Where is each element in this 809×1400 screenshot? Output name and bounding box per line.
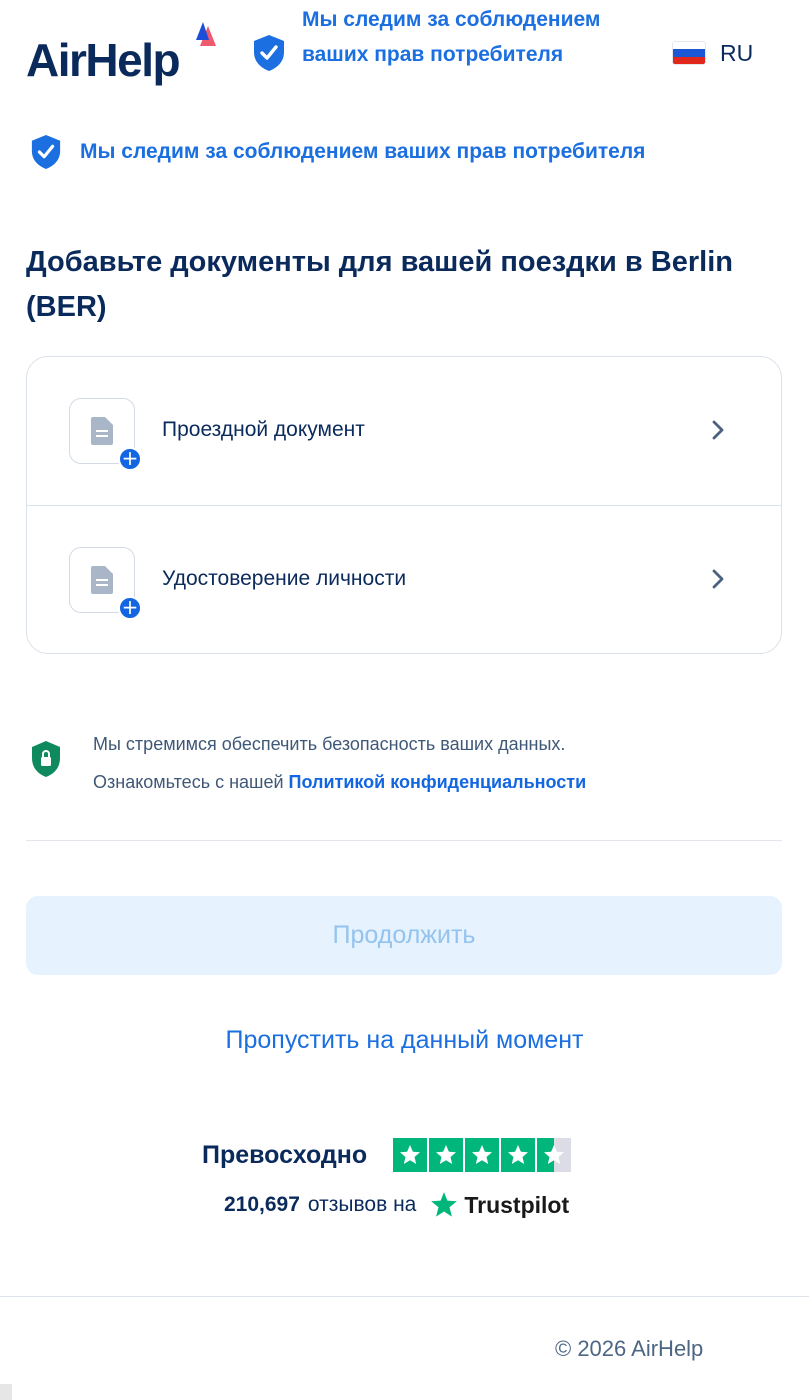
half-star-icon	[537, 1138, 572, 1172]
document-row-identity[interactable]: + Удостоверение личности	[27, 505, 781, 653]
corner-tab	[0, 1384, 12, 1400]
skip-link[interactable]: Пропустить на данный момент	[0, 1026, 809, 1055]
continue-button[interactable]: Продолжить	[26, 896, 782, 975]
document-row-travel[interactable]: + Проездной документ	[27, 357, 781, 505]
russia-flag-icon	[672, 41, 706, 65]
trustpilot-star-icon	[431, 1192, 458, 1217]
reviews-on-text: отзывов на	[307, 1193, 417, 1216]
rating-label: Превосходно	[202, 1140, 368, 1169]
chevron-right-icon	[712, 569, 724, 589]
shield-check-icon	[31, 135, 61, 169]
rating-stars	[393, 1138, 572, 1172]
header-tagline: Мы следим за соблюдением ваших прав потр…	[302, 8, 601, 66]
trustpilot-reviews[interactable]: 210,697 отзывов на Trustpilot	[224, 1188, 569, 1222]
plus-icon: +	[118, 596, 142, 620]
trustpilot-rating[interactable]: Превосходно	[202, 1138, 572, 1172]
header: AirHelp Мы следим за соблюдением ваших п…	[0, 0, 809, 110]
star-icon	[465, 1138, 500, 1172]
trustpilot-logo: Trustpilot	[430, 1191, 569, 1219]
review-count: 210,697	[224, 1193, 300, 1216]
document-icon	[91, 417, 113, 445]
airhelp-logo[interactable]: AirHelp	[26, 22, 226, 92]
footer-divider	[0, 1296, 809, 1297]
plus-icon: +	[118, 447, 142, 471]
chevron-right-icon	[712, 420, 724, 440]
logo-text: AirHelp	[26, 34, 181, 86]
star-icon	[393, 1138, 428, 1172]
document-label: Удостоверение личности	[162, 567, 407, 590]
add-document-tile: +	[69, 398, 142, 471]
privacy-prefix: Ознакомьтесь с нашей	[93, 772, 289, 792]
privacy-policy-line: Ознакомьтесь с нашей Политикой конфиденц…	[93, 772, 586, 793]
language-code: RU	[720, 39, 754, 66]
shield-check-icon	[254, 35, 284, 71]
star-icon	[429, 1138, 464, 1172]
trustpilot-brand-text: Trustpilot	[464, 1191, 570, 1218]
privacy-text: Мы стремимся обеспечить безопасность ваш…	[93, 734, 566, 754]
document-label: Проездной документ	[162, 418, 365, 441]
language-selector[interactable]: RU	[672, 38, 753, 68]
copyright: © 2026 AirHelp	[555, 1336, 704, 1361]
documents-card: + Проездной документ + Удостоверение лич…	[26, 356, 782, 654]
page-title: Добавьте документы для вашей поездки в B…	[26, 246, 733, 323]
shield-lock-icon	[32, 741, 60, 777]
star-icon	[501, 1138, 536, 1172]
trust-banner: Мы следим за соблюдением ваших прав потр…	[30, 134, 645, 170]
add-document-tile: +	[69, 547, 142, 620]
divider	[26, 840, 782, 841]
privacy-policy-link[interactable]: Политикой конфиденциальности	[289, 772, 587, 792]
document-icon	[91, 566, 113, 594]
trust-banner-text: Мы следим за соблюдением ваших прав потр…	[80, 140, 646, 163]
logo-mark-icon	[196, 22, 216, 46]
